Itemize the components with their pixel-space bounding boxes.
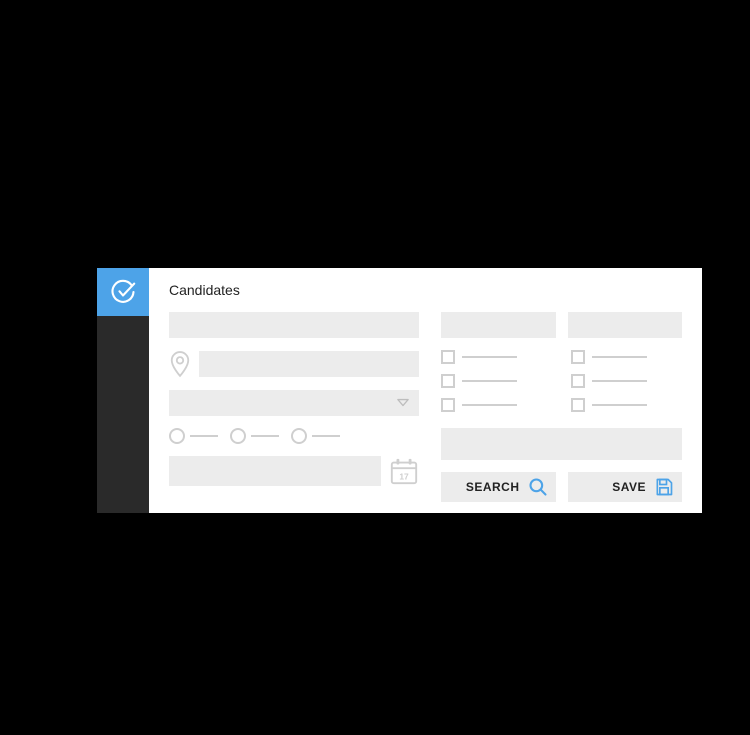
search-button-label: SEARCH (453, 480, 520, 494)
checkbox-label-placeholder (462, 380, 517, 382)
date-input[interactable] (169, 456, 381, 486)
checkbox-icon (441, 350, 455, 364)
logo-tile[interactable] (97, 268, 149, 316)
radio-option-3[interactable] (291, 428, 340, 444)
main-panel: Candidates (149, 268, 702, 513)
radio-label-placeholder (251, 435, 279, 437)
checkbox-icon (441, 374, 455, 388)
checkbox-6[interactable] (571, 398, 683, 412)
checkbox-icon (571, 374, 585, 388)
radio-icon (291, 428, 307, 444)
keyword-input[interactable] (169, 312, 419, 338)
checkbox-label-placeholder (462, 404, 517, 406)
location-input[interactable] (199, 351, 419, 377)
save-button-label: SAVE (580, 480, 647, 494)
app-window: Candidates (97, 268, 702, 513)
form-right-column: SEARCH SAVE (441, 312, 682, 502)
svg-text:17: 17 (399, 471, 409, 481)
radio-option-2[interactable] (230, 428, 279, 444)
checkbox-icon (571, 350, 585, 364)
checkbox-label-placeholder (462, 356, 517, 358)
checkbox-4[interactable] (571, 374, 683, 388)
location-row (169, 350, 419, 378)
radio-option-1[interactable] (169, 428, 218, 444)
search-icon (528, 477, 548, 497)
location-pin-icon (169, 350, 191, 378)
checkbox-label-placeholder (592, 380, 647, 382)
chevron-down-icon (397, 398, 409, 408)
sidebar (97, 268, 149, 513)
checkbox-3[interactable] (441, 374, 553, 388)
checkbox-icon (571, 398, 585, 412)
radio-label-placeholder (312, 435, 340, 437)
save-button[interactable]: SAVE (568, 472, 683, 502)
checkbox-5[interactable] (441, 398, 553, 412)
date-row: 17 (169, 456, 419, 486)
calendar-icon[interactable]: 17 (389, 456, 419, 486)
logo-check-circle-icon (109, 278, 137, 306)
form-left-column: 17 (169, 312, 419, 502)
notes-input[interactable] (441, 428, 682, 460)
save-disk-icon (654, 477, 674, 497)
checkbox-label-placeholder (592, 356, 647, 358)
search-button[interactable]: SEARCH (441, 472, 556, 502)
checkbox-label-placeholder (592, 404, 647, 406)
field-a[interactable] (441, 312, 556, 338)
radio-icon (230, 428, 246, 444)
top-field-pair (441, 312, 682, 338)
page-title: Candidates (169, 282, 682, 298)
radio-group (169, 428, 419, 444)
field-b[interactable] (568, 312, 683, 338)
checkbox-2[interactable] (571, 350, 683, 364)
action-row: SEARCH SAVE (441, 472, 682, 502)
category-select[interactable] (169, 390, 419, 416)
radio-label-placeholder (190, 435, 218, 437)
search-form: 17 (169, 312, 682, 502)
checkbox-grid (441, 350, 682, 412)
checkbox-icon (441, 398, 455, 412)
radio-icon (169, 428, 185, 444)
checkbox-1[interactable] (441, 350, 553, 364)
